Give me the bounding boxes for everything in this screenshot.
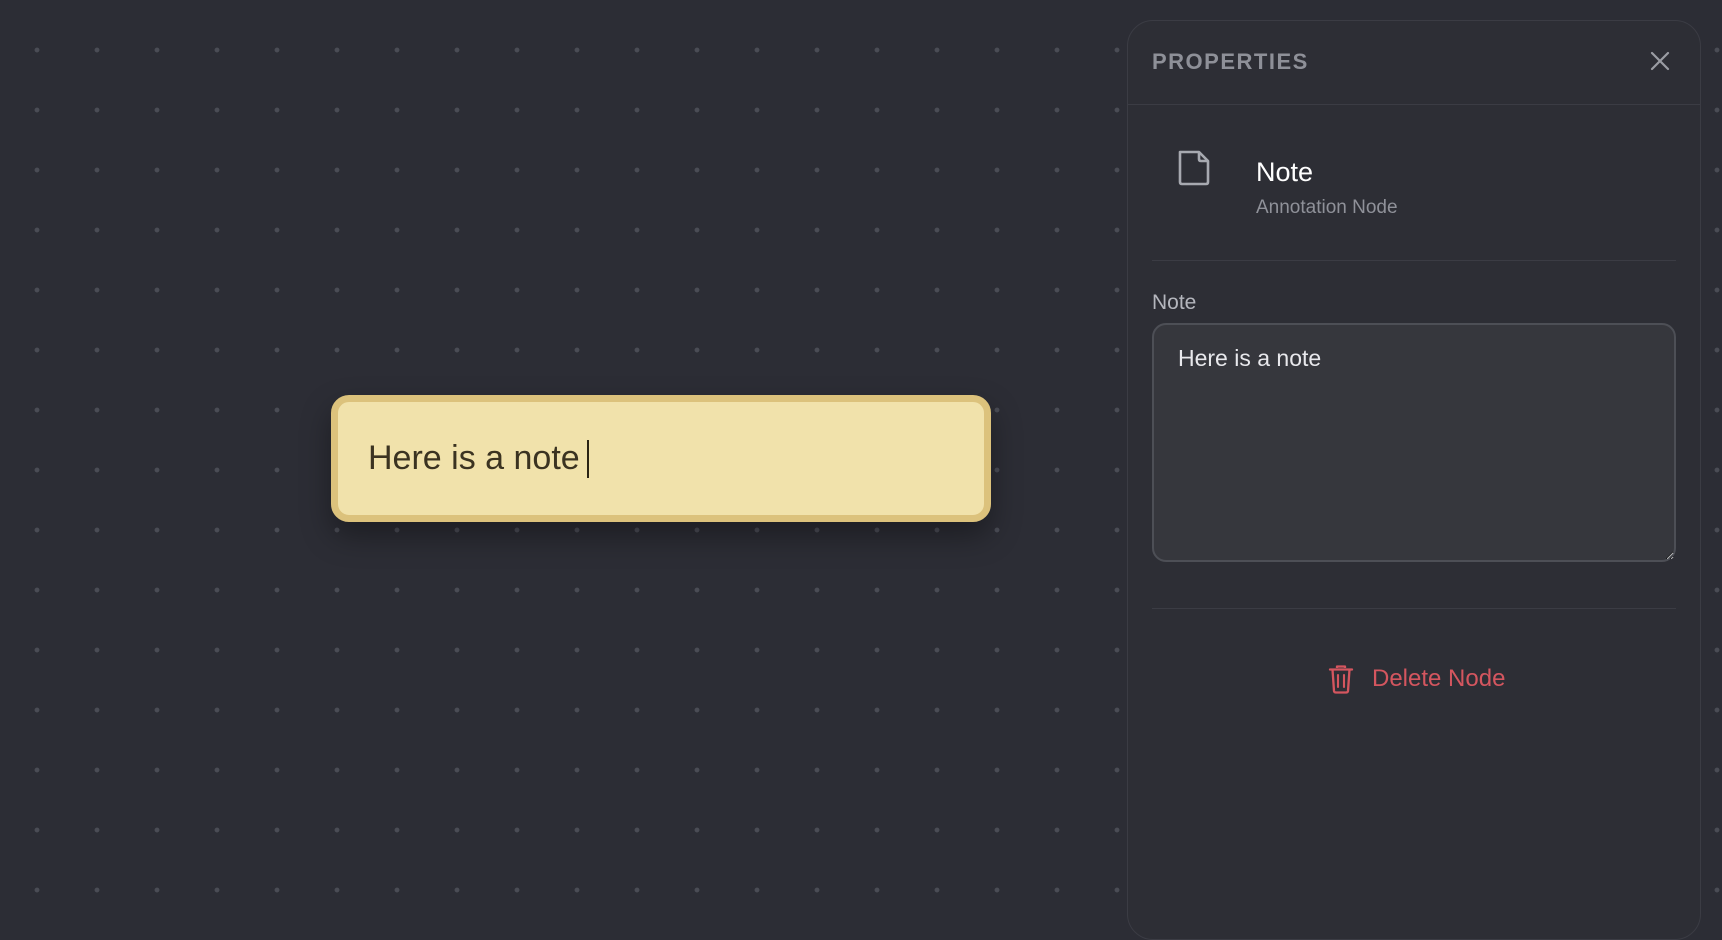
panel-title: PROPERTIES [1152, 49, 1309, 74]
delete-node-label: Delete Node [1372, 665, 1506, 692]
note-node-text-editor[interactable]: Here is a note [368, 402, 589, 515]
panel-header: PROPERTIES [1128, 21, 1700, 105]
node-name: Note [1256, 157, 1314, 187]
note-node[interactable]: Here is a note [331, 395, 991, 522]
divider [1152, 608, 1676, 609]
node-info: Note Annotation Node [1152, 105, 1676, 261]
trash-icon [1328, 665, 1354, 694]
note-node-text: Here is a note [368, 439, 580, 477]
delete-node-button[interactable]: Delete Node [1328, 657, 1505, 701]
properties-panel: PROPERTIES Note Annotation Node Note Her… [1127, 20, 1701, 940]
node-type: Annotation Node [1256, 197, 1398, 218]
note-icon [1178, 150, 1210, 186]
close-button[interactable] [1642, 43, 1678, 79]
note-field-label: Note [1152, 291, 1197, 314]
note-textarea[interactable]: Here is a note [1152, 323, 1676, 562]
close-icon [1650, 51, 1670, 71]
text-caret [586, 439, 589, 478]
